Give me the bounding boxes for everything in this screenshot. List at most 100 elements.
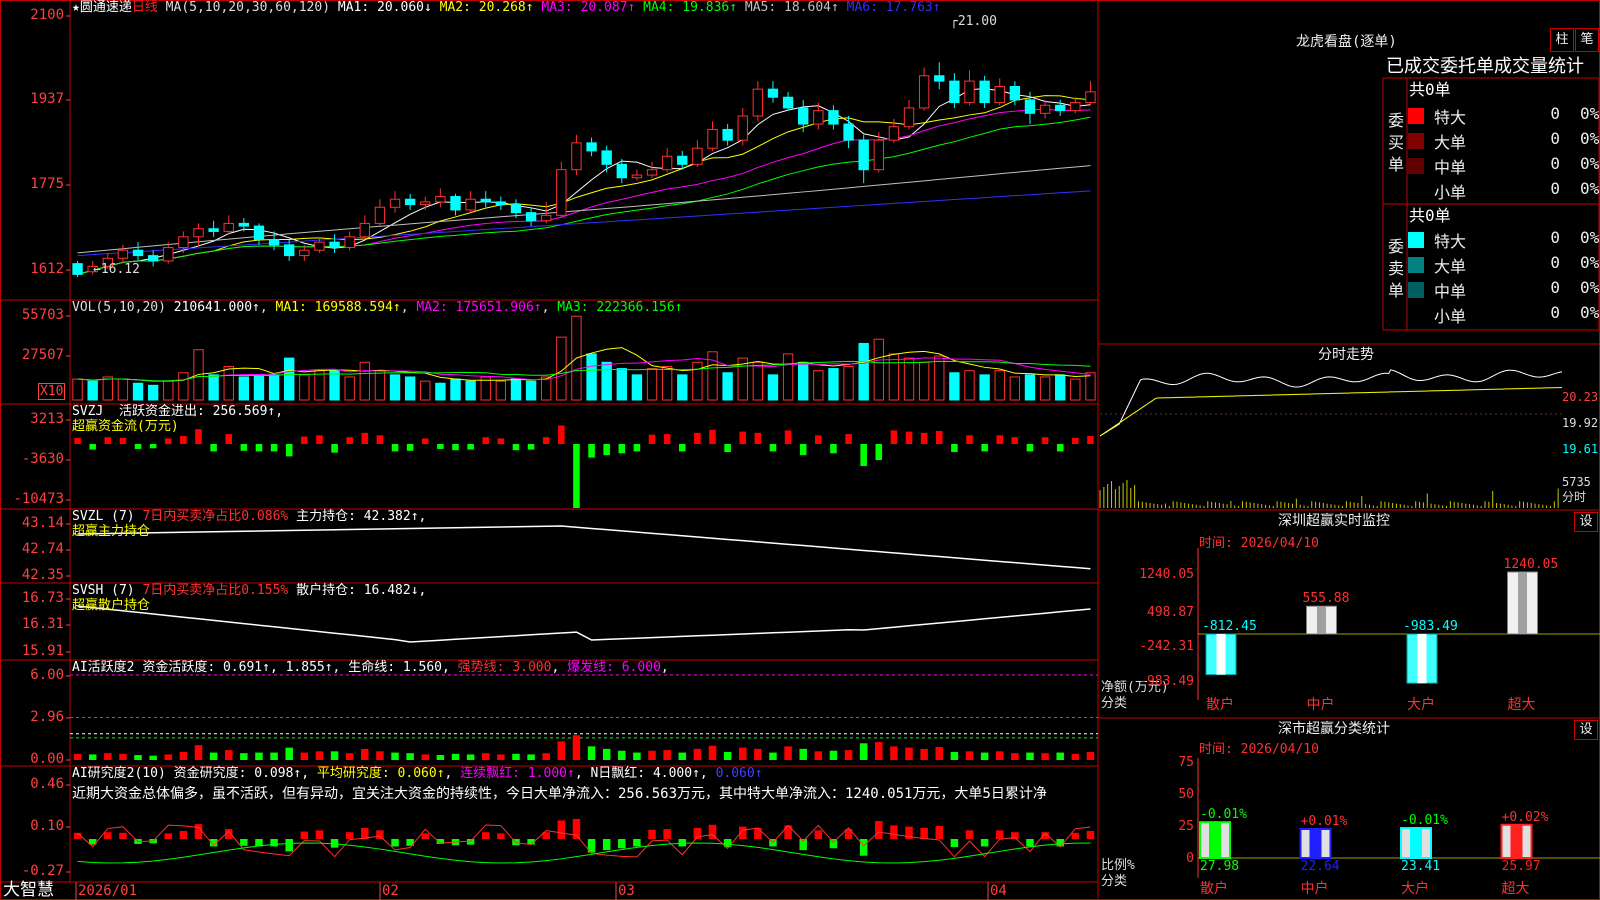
candle bbox=[661, 148, 673, 173]
candle-body bbox=[692, 147, 703, 165]
activity-bar bbox=[995, 751, 1004, 760]
candle-body bbox=[556, 169, 567, 216]
candle bbox=[374, 199, 386, 227]
candle-body bbox=[737, 115, 748, 141]
activity-bar bbox=[935, 747, 944, 760]
svzl-header: SVZL (7) 7日内买卖净占比0.086% 主力持仓: 42.382↑, bbox=[72, 509, 427, 524]
period-label[interactable]: 日线 bbox=[132, 0, 158, 15]
candle bbox=[601, 145, 612, 173]
monitor-bar-shade bbox=[1317, 606, 1326, 634]
tick-view-button[interactable]: 笔 bbox=[1575, 28, 1599, 52]
volume-bar bbox=[798, 361, 809, 401]
color-swatch bbox=[1408, 232, 1424, 248]
research-bar bbox=[164, 833, 173, 839]
research-bar bbox=[920, 827, 928, 839]
money-flow-bar bbox=[905, 431, 913, 444]
row-label: 特大 bbox=[1434, 108, 1467, 127]
money-flow-bar bbox=[270, 444, 278, 452]
money-flow-bar bbox=[1026, 444, 1034, 452]
activity-bar bbox=[799, 748, 807, 760]
y-tick-ai2: 0.10 bbox=[30, 818, 64, 834]
money-flow-bar bbox=[74, 437, 81, 444]
activity-bar bbox=[315, 751, 324, 760]
svsh-hold: 散户持仓: 16.482↓ bbox=[296, 583, 419, 598]
activity-bar bbox=[980, 752, 989, 760]
ai2-v4: N日飘红: 4.000↑ bbox=[590, 766, 700, 781]
svzl-label: SVZL (7) bbox=[72, 509, 135, 524]
classify-settings-button[interactable]: 设 bbox=[1574, 720, 1598, 740]
research-bar bbox=[481, 832, 490, 839]
candle bbox=[72, 260, 83, 278]
volume-bar bbox=[1055, 374, 1066, 401]
money-flow-bar bbox=[452, 444, 459, 451]
candle-body bbox=[480, 198, 491, 203]
money-flow-bar bbox=[421, 438, 429, 444]
classify-y-tick: 50 bbox=[1178, 787, 1194, 802]
activity-bar bbox=[754, 748, 762, 760]
ai1-v2: 1.855 bbox=[285, 660, 325, 675]
money-flow-bar bbox=[648, 434, 656, 444]
monitor-y-tick: 1240.05 bbox=[1139, 567, 1194, 582]
activity-bar bbox=[406, 753, 414, 760]
research-line-green bbox=[77, 842, 1091, 864]
candle bbox=[722, 124, 733, 146]
ai1-desc: 资金活跃度: 0.691↑ bbox=[142, 660, 270, 675]
volume-bar bbox=[1039, 376, 1051, 401]
ma-value-ma4: MA4: 19.836↑ bbox=[635, 0, 738, 15]
vol-ma1: MA1: 169588.594↑ bbox=[275, 300, 401, 315]
ai1-v4: 强势线: 3.000 bbox=[457, 660, 552, 675]
candle-body bbox=[420, 201, 431, 206]
candle-body bbox=[193, 228, 204, 238]
y-tick-svzj: 3213 bbox=[30, 411, 64, 427]
brand-logo: 大智慧 bbox=[3, 880, 54, 900]
bar-view-button[interactable]: 柱 bbox=[1550, 28, 1574, 52]
candle-body bbox=[828, 110, 839, 125]
candle-body bbox=[359, 222, 370, 238]
row-value: 0 bbox=[1550, 179, 1560, 198]
row-percent: 0% bbox=[1580, 179, 1600, 198]
candle bbox=[404, 193, 416, 210]
money-flow-bar bbox=[210, 444, 217, 452]
monitor-category: 大户 bbox=[1407, 697, 1435, 713]
vol-pane-header: VOL(5,10,20) 210641.000↑, MA1: 169588.59… bbox=[72, 300, 683, 315]
candle-body bbox=[389, 198, 401, 208]
candle-body bbox=[541, 214, 552, 222]
volume-bar bbox=[117, 378, 129, 401]
candle-body bbox=[934, 75, 945, 82]
research-bar bbox=[678, 839, 687, 847]
money-flow-bar bbox=[119, 437, 127, 444]
activity-bar bbox=[965, 751, 974, 760]
ai1-label: AI活跃度2 bbox=[72, 660, 135, 675]
candle-body bbox=[707, 128, 718, 149]
candle bbox=[949, 73, 960, 108]
candle bbox=[163, 242, 174, 264]
money-flow-bar bbox=[724, 444, 731, 453]
monitor-category: 散户 bbox=[1206, 697, 1234, 713]
classify-change: -0.01% bbox=[1200, 807, 1247, 823]
y-tick-price: 1775 bbox=[30, 176, 64, 192]
candle-body bbox=[1055, 104, 1066, 112]
row-value: 0 bbox=[1550, 228, 1560, 247]
y-tick-svzl: 42.74 bbox=[21, 541, 64, 557]
volume-bar bbox=[964, 370, 975, 401]
activity-bar bbox=[300, 752, 309, 760]
candle-body bbox=[752, 88, 764, 117]
monitor-y-tick: -242.31 bbox=[1139, 639, 1194, 654]
main-chart-svg[interactable] bbox=[0, 0, 1600, 900]
candle bbox=[631, 169, 643, 181]
activity-bar bbox=[678, 752, 687, 760]
money-flow-bar bbox=[225, 434, 233, 444]
money-flow-bar bbox=[301, 436, 308, 444]
ai2-v2: 平均研究度: 0.060↑ bbox=[316, 766, 445, 781]
activity-bar bbox=[88, 754, 97, 760]
monitor-settings-button[interactable]: 设 bbox=[1574, 512, 1598, 532]
svsh-header: SVSH (7) 7日内买卖净占比0.155% 散户持仓: 16.482↓, bbox=[72, 583, 427, 598]
volume-bar bbox=[1085, 372, 1096, 401]
volume-bar bbox=[525, 380, 537, 401]
svzj-label: SVZJ bbox=[72, 404, 104, 419]
activity-bar bbox=[738, 747, 747, 760]
activity-bar bbox=[240, 753, 248, 760]
orderbook-row: 特大 0 0% bbox=[1408, 228, 1599, 251]
vol-ma3: MA3: 222366.156↑ bbox=[557, 300, 683, 315]
research-bar bbox=[859, 839, 868, 856]
